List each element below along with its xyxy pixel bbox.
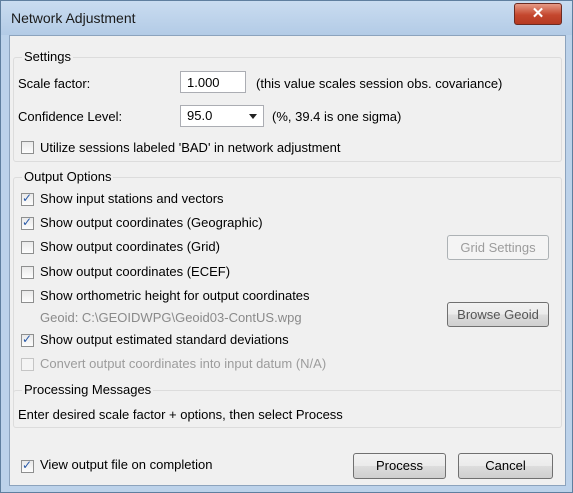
network-adjustment-window: Network Adjustment ✕ Settings Scale fact… — [0, 0, 573, 493]
confidence-level-select[interactable]: 95.0 — [180, 105, 264, 127]
process-button[interactable]: Process — [353, 453, 446, 479]
grid-settings-button[interactable]: Grid Settings — [447, 235, 549, 260]
show-orthometric-label[interactable]: Show orthometric height for output coord… — [40, 288, 310, 303]
show-grid-checkbox[interactable] — [21, 241, 34, 254]
window-title: Network Adjustment — [11, 10, 136, 26]
view-output-checkbox[interactable] — [21, 458, 34, 473]
show-stddev-checkbox[interactable] — [21, 332, 34, 347]
view-output-label[interactable]: View output file on completion — [40, 457, 212, 472]
bad-sessions-checkbox[interactable] — [21, 141, 34, 154]
confidence-level-label: Confidence Level: — [18, 109, 123, 124]
processing-message-text: Enter desired scale factor + options, th… — [18, 407, 343, 422]
cancel-button[interactable]: Cancel — [458, 453, 553, 479]
confidence-level-value: 95.0 — [187, 108, 213, 123]
show-geographic-label[interactable]: Show output coordinates (Geographic) — [40, 215, 263, 230]
show-input-label[interactable]: Show input stations and vectors — [40, 191, 224, 206]
show-grid-label[interactable]: Show output coordinates (Grid) — [40, 239, 220, 254]
scale-factor-label: Scale factor: — [18, 76, 91, 91]
scale-factor-note: (this value scales session obs. covarian… — [256, 76, 503, 91]
geoid-path-text: Geoid: C:\GEOIDWPG\Geoid03-ContUS.wpg — [40, 310, 302, 325]
show-ecef-label[interactable]: Show output coordinates (ECEF) — [40, 264, 230, 279]
show-ecef-checkbox[interactable] — [21, 266, 34, 279]
show-input-checkbox[interactable] — [21, 191, 34, 206]
show-stddev-label[interactable]: Show output estimated standard deviation… — [40, 332, 289, 347]
convert-datum-label: Convert output coordinates into input da… — [40, 356, 327, 371]
dialog-body: Settings Scale factor: 1.000 (this value… — [9, 35, 566, 486]
chevron-down-icon — [249, 114, 257, 119]
output-options-legend: Output Options — [22, 169, 114, 184]
title-bar[interactable]: Network Adjustment ✕ — [1, 1, 572, 35]
close-button[interactable]: ✕ — [514, 3, 562, 25]
scale-factor-input[interactable]: 1.000 — [180, 71, 246, 93]
processing-messages-legend: Processing Messages — [22, 382, 154, 397]
show-orthometric-checkbox[interactable] — [21, 290, 34, 303]
settings-legend: Settings — [22, 49, 73, 64]
show-geographic-checkbox[interactable] — [21, 215, 34, 230]
bad-sessions-label[interactable]: Utilize sessions labeled 'BAD' in networ… — [40, 140, 341, 155]
browse-geoid-button[interactable]: Browse Geoid — [447, 302, 549, 327]
confidence-level-note: (%, 39.4 is one sigma) — [272, 109, 402, 124]
convert-datum-checkbox[interactable] — [21, 358, 34, 371]
